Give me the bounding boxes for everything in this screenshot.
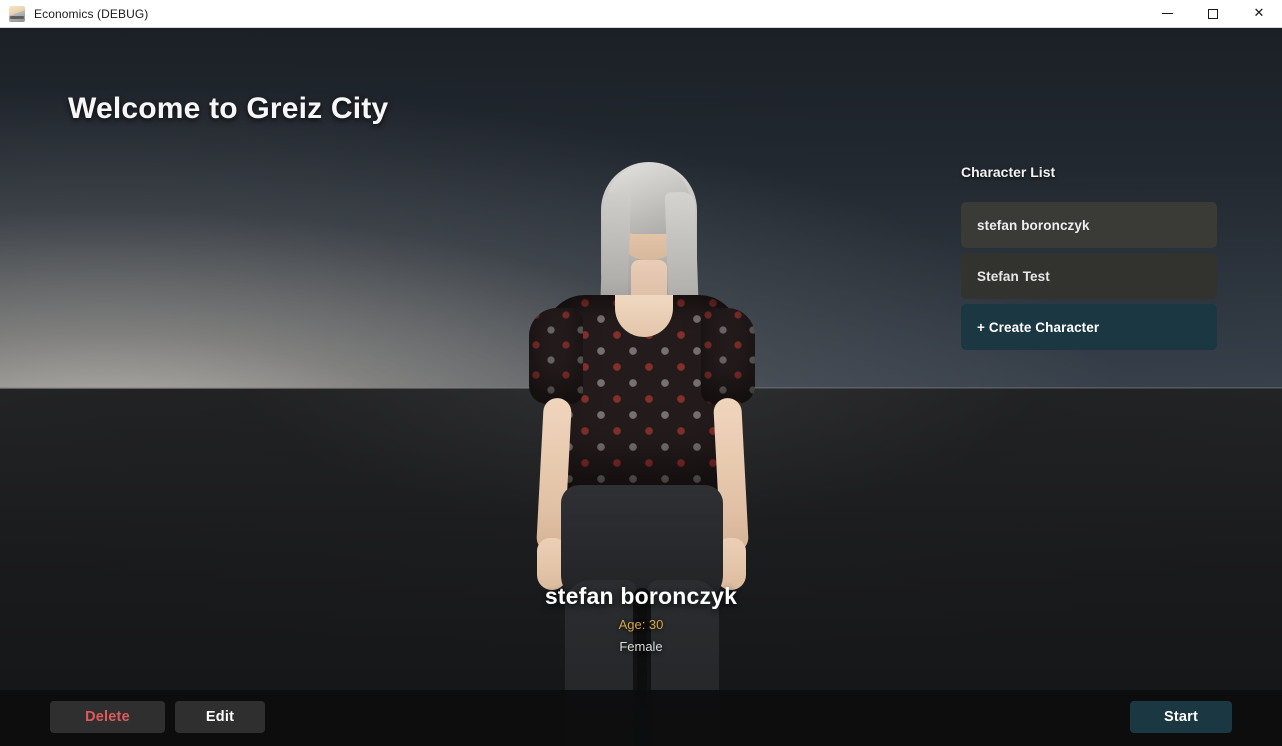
character-age: Age: 30 bbox=[618, 617, 664, 632]
bottom-action-bar: Delete Edit Start bbox=[0, 690, 1282, 746]
character-list-item-label: stefan boronczyk bbox=[977, 217, 1090, 233]
close-icon: ✕ bbox=[1253, 5, 1265, 20]
close-button[interactable]: ✕ bbox=[1236, 0, 1282, 28]
character-sleeve-left bbox=[529, 308, 583, 404]
character-list-item-label: Stefan Test bbox=[977, 268, 1050, 284]
character-info: stefan boronczyk Age: 30 Female bbox=[0, 583, 1282, 654]
delete-button[interactable]: Delete bbox=[50, 701, 165, 733]
character-model[interactable] bbox=[455, 140, 827, 746]
app-icon bbox=[9, 5, 25, 22]
minimize-icon bbox=[1161, 13, 1173, 14]
page-title: Welcome to Greiz City bbox=[68, 92, 389, 125]
maximize-button[interactable] bbox=[1190, 0, 1236, 28]
character-list-panel: Character List stefan boronczyk Stefan T… bbox=[961, 164, 1217, 355]
title-bar-left: Economics (DEBUG) bbox=[0, 5, 149, 22]
create-character-label: + Create Character bbox=[977, 319, 1100, 335]
window-title: Economics (DEBUG) bbox=[34, 6, 149, 21]
character-list-item-stefan-test[interactable]: Stefan Test bbox=[961, 253, 1217, 299]
title-bar: Economics (DEBUG) ✕ bbox=[0, 0, 1282, 28]
character-gender: Female bbox=[619, 639, 663, 654]
character-name: stefan boronczyk bbox=[544, 583, 738, 609]
application-window: Economics (DEBUG) ✕ Welcome to Greiz Cit… bbox=[0, 0, 1282, 746]
minimize-button[interactable] bbox=[1144, 0, 1190, 28]
start-button[interactable]: Start bbox=[1130, 701, 1232, 733]
maximize-icon bbox=[1208, 8, 1218, 19]
game-viewport[interactable]: Welcome to Greiz City Character List ste… bbox=[0, 28, 1282, 746]
edit-button[interactable]: Edit bbox=[175, 701, 265, 733]
character-list-item-stefan-boronczyk[interactable]: stefan boronczyk bbox=[961, 202, 1217, 248]
character-list-heading: Character List bbox=[961, 164, 1056, 180]
character-sleeve-right bbox=[701, 308, 755, 404]
window-controls: ✕ bbox=[1144, 0, 1282, 28]
create-character-button[interactable]: + Create Character bbox=[961, 304, 1217, 350]
